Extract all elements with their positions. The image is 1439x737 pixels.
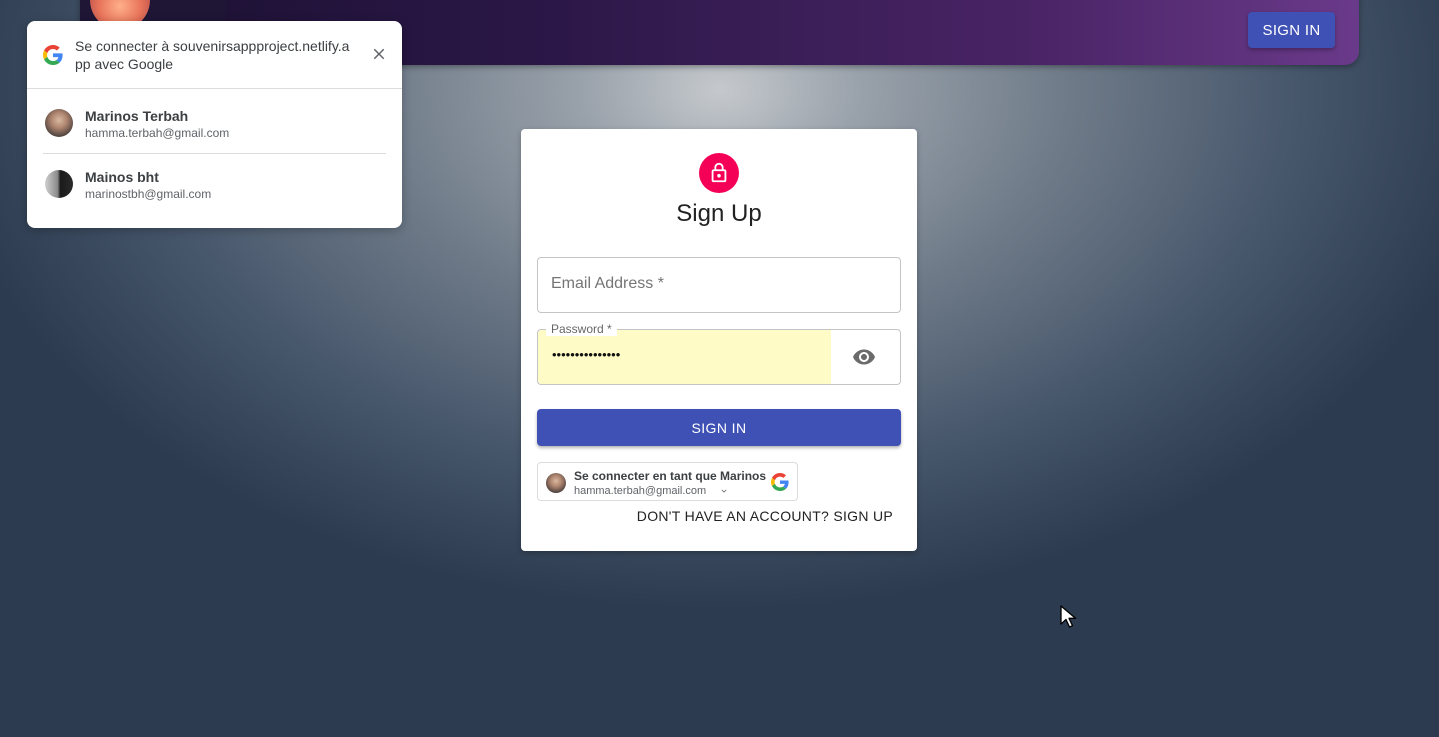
visibility-icon (853, 349, 875, 365)
account-name: Mainos bht (85, 169, 159, 185)
account-name: Marinos Terbah (85, 108, 189, 124)
avatar (45, 109, 73, 137)
password-label: Password * (546, 322, 617, 336)
chevron-down-icon[interactable] (718, 486, 730, 496)
account-email: marinostbh@gmail.com (85, 187, 212, 201)
email-input[interactable] (538, 258, 900, 312)
google-one-tap-popup: Se connecter à souvenirsappproject.netli… (27, 21, 402, 228)
google-account-item[interactable]: Mainos bht marinostbh@gmail.com (43, 155, 386, 213)
google-button-title: Se connecter en tant que Marinos (574, 469, 767, 483)
header-signin-button[interactable]: SIGN IN (1248, 12, 1335, 48)
google-popup-header: Se connecter à souvenirsappproject.netli… (27, 21, 402, 89)
close-icon[interactable] (370, 45, 388, 63)
password-field[interactable]: ••••••••••••••• Password * (537, 322, 901, 385)
page-title: Sign Up (676, 200, 762, 227)
submit-signin-button[interactable]: SIGN IN (537, 409, 901, 446)
google-logo-icon (771, 473, 789, 491)
google-logo-icon (43, 45, 63, 65)
lock-avatar (699, 153, 739, 193)
avatar (546, 473, 566, 493)
switch-to-signup-link[interactable]: DON'T HAVE AN ACCOUNT? SIGN UP (637, 508, 893, 524)
avatar (45, 170, 73, 198)
google-popup-title: Se connecter à souvenirsappproject.netli… (75, 38, 350, 72)
account-email: hamma.terbah@gmail.com (85, 126, 230, 140)
email-field[interactable]: Email Address * (537, 257, 901, 313)
lock-outlined-icon (711, 162, 727, 183)
google-button-email: hamma.terbah@gmail.com (574, 485, 707, 497)
toggle-password-visibility-button[interactable] (850, 345, 878, 369)
password-input[interactable]: ••••••••••••••• (552, 347, 620, 362)
google-account-item[interactable]: Marinos Terbah hamma.terbah@gmail.com (43, 90, 386, 154)
google-signin-button[interactable]: Se connecter en tant que Marinos hamma.t… (537, 462, 798, 501)
auth-card: Sign Up Email Address * ••••••••••••••• … (521, 129, 917, 551)
mouse-cursor-icon (1060, 605, 1077, 628)
